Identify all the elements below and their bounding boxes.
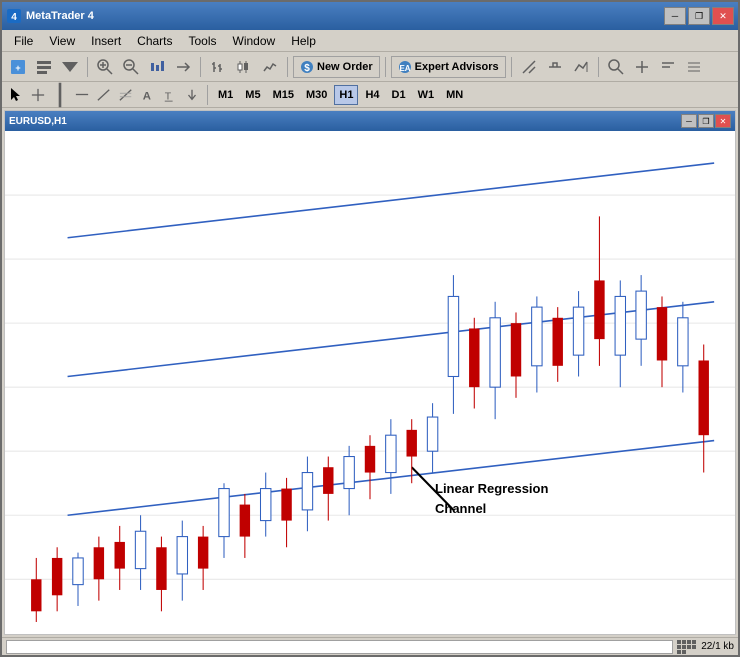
period-mn[interactable]: MN: [441, 85, 468, 105]
chart-canvas[interactable]: Linear Regression Channel: [5, 131, 735, 635]
main-window: 4 MetaTrader 4 ─ ❐ ✕ File View Insert Ch…: [0, 0, 740, 657]
menu-charts[interactable]: Charts: [129, 32, 180, 50]
chart-shift-button[interactable]: [145, 56, 169, 78]
period-list-button[interactable]: [682, 56, 706, 78]
inner-minimize-button[interactable]: ─: [681, 114, 697, 128]
svg-text:A: A: [143, 90, 151, 102]
text-label-tool[interactable]: T: [160, 85, 180, 105]
cursor-tool[interactable]: [6, 85, 26, 105]
inner-close-button[interactable]: ✕: [715, 114, 731, 128]
expert-advisors-label: Expert Advisors: [415, 61, 499, 73]
new-order-button[interactable]: $ New Order: [293, 56, 380, 78]
indicator1-button[interactable]: [517, 56, 541, 78]
svg-text:+: +: [15, 63, 20, 73]
sep-period: [207, 85, 208, 105]
svg-text:EA: EA: [399, 64, 410, 73]
status-info: 22/1 kb: [677, 640, 734, 654]
period-m30[interactable]: M30: [301, 85, 332, 105]
menu-bar: File View Insert Charts Tools Window Hel…: [2, 30, 738, 52]
autoscroll-button[interactable]: [171, 56, 195, 78]
period-h1[interactable]: H1: [334, 85, 358, 105]
menu-tools[interactable]: Tools: [181, 32, 225, 50]
inner-window-title: EURUSD,H1 ─ ❐ ✕: [5, 111, 735, 131]
chart-container: EURUSD,H1 ─ ❐ ✕: [4, 110, 736, 635]
period-d1[interactable]: D1: [387, 85, 411, 105]
search-button[interactable]: [604, 56, 628, 78]
profiles-button[interactable]: [32, 56, 56, 78]
period-w1[interactable]: W1: [413, 85, 440, 105]
zoom-in-button[interactable]: [93, 56, 117, 78]
sep6: [598, 57, 599, 77]
new-order-label: New Order: [317, 61, 373, 73]
bar-chart-button[interactable]: [206, 56, 230, 78]
status-bar: 22/1 kb: [2, 637, 738, 655]
close-button[interactable]: ✕: [712, 7, 734, 25]
trend-line-tool[interactable]: [94, 85, 114, 105]
inner-restore-button[interactable]: ❐: [698, 114, 714, 128]
new-chart-button[interactable]: +: [6, 56, 30, 78]
period-m15[interactable]: M15: [268, 85, 299, 105]
vertical-line-tool[interactable]: [50, 85, 70, 105]
period-m5[interactable]: M5: [240, 85, 265, 105]
zoom-out-button[interactable]: [119, 56, 143, 78]
time-button[interactable]: [656, 56, 680, 78]
scroll-bar[interactable]: [6, 640, 673, 654]
indicator2-button[interactable]: [543, 56, 567, 78]
toolbar-drawing: A T M1 M5 M15 M30 H1 H4 D1 W1 MN: [2, 82, 738, 108]
menu-window[interactable]: Window: [225, 32, 284, 50]
sep2: [200, 57, 201, 77]
grid-icon: [677, 640, 697, 654]
arrow-tool[interactable]: [182, 85, 202, 105]
app-icon: 4: [6, 8, 22, 24]
svg-text:4: 4: [11, 12, 17, 23]
candle-chart-button[interactable]: [232, 56, 256, 78]
sep5: [511, 57, 512, 77]
fib-tool[interactable]: [116, 85, 136, 105]
sep4: [385, 57, 386, 77]
crosshair-tool[interactable]: [28, 85, 48, 105]
toolbar-main: + $ New Or: [2, 52, 738, 82]
expert-advisors-button[interactable]: EA Expert Advisors: [391, 56, 506, 78]
menu-view[interactable]: View: [41, 32, 83, 50]
title-bar: 4 MetaTrader 4 ─ ❐ ✕: [2, 2, 738, 30]
inner-window-title-text: EURUSD,H1: [9, 116, 680, 127]
restore-button[interactable]: ❐: [688, 7, 710, 25]
svg-text:T: T: [165, 90, 172, 102]
menu-file[interactable]: File: [6, 32, 41, 50]
indicator3-button[interactable]: [569, 56, 593, 78]
svg-text:$: $: [304, 63, 310, 74]
kb-info: 22/1 kb: [701, 641, 734, 652]
text-tool[interactable]: A: [138, 85, 158, 105]
menu-help[interactable]: Help: [283, 32, 324, 50]
period-h4[interactable]: H4: [360, 85, 384, 105]
horizontal-line-tool[interactable]: [72, 85, 92, 105]
menu-insert[interactable]: Insert: [83, 32, 129, 50]
line-chart-button[interactable]: [258, 56, 282, 78]
sep1: [87, 57, 88, 77]
title-text: MetaTrader 4: [26, 10, 662, 22]
profiles-dropdown[interactable]: [58, 56, 82, 78]
chart-svg: [5, 131, 735, 635]
minimize-button[interactable]: ─: [664, 7, 686, 25]
sep3: [287, 57, 288, 77]
period-separator-button[interactable]: [630, 56, 654, 78]
period-m1[interactable]: M1: [213, 85, 238, 105]
